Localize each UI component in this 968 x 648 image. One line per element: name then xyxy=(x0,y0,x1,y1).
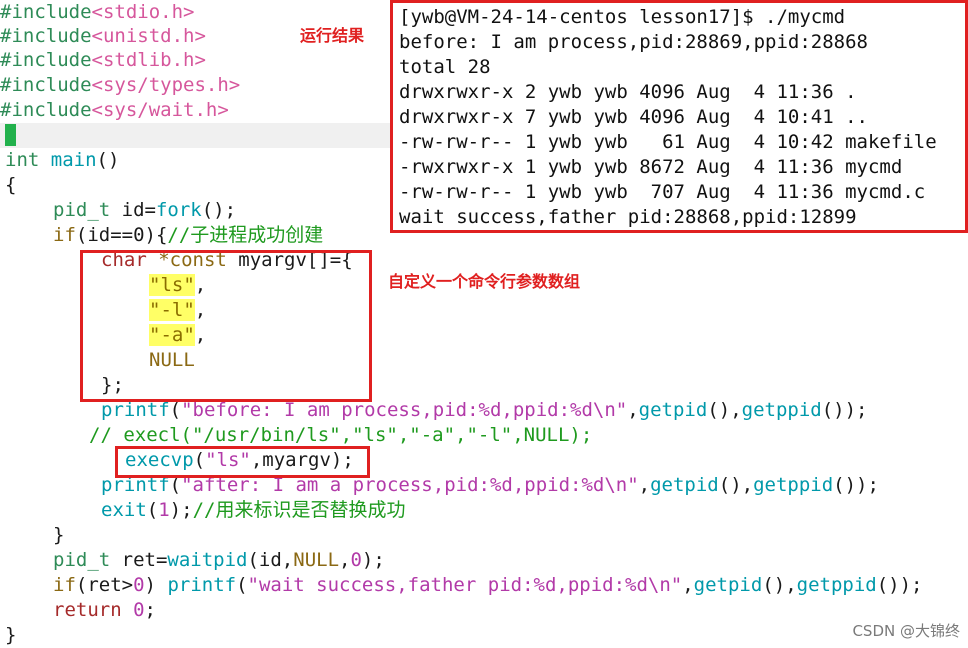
code-line-waitpid: pid_t ret=waitpid(id,NULL,0); xyxy=(53,549,385,571)
annotation-run-result: 运行结果 xyxy=(300,26,365,45)
code-line-exit: exit(1);//用来标识是否替换成功 xyxy=(101,499,406,521)
code-line-3: #include<stdlib.h> xyxy=(0,48,206,73)
terminal-line: total 28 xyxy=(399,56,491,78)
terminal-line: drwxrwxr-x 2 ywb ywb 4096 Aug 4 11:36 . xyxy=(399,81,857,103)
include-directive: #include xyxy=(0,1,92,23)
text-cursor xyxy=(5,124,16,146)
include-file: <sys/types.h> xyxy=(91,74,241,96)
code-line-inner-close: } xyxy=(53,524,65,546)
watermark: CSDN @大锦终 xyxy=(852,622,960,640)
include-directive: #include xyxy=(0,25,92,47)
code-line-return: return 0; xyxy=(53,599,156,621)
include-file: <stdio.h> xyxy=(91,1,195,23)
include-file: <unistd.h> xyxy=(91,25,206,47)
code-line-if-ret: if(ret>0) printf("wait success,father pi… xyxy=(53,574,923,596)
annotation-custom-array: 自定义一个命令行参数数组 xyxy=(388,272,581,291)
highlight-box-myargv xyxy=(80,250,372,402)
terminal-output-panel[interactable]: [ywb@VM-24-14-centos lesson17]$ ./mycmd … xyxy=(390,0,968,233)
terminal-line: wait success,father pid:28868,ppid:12899 xyxy=(399,206,857,228)
terminal-line: before: I am process,pid:28869,ppid:2886… xyxy=(399,31,868,53)
terminal-line: drwxrwxr-x 7 ywb ywb 4096 Aug 4 10:41 .. xyxy=(399,106,868,128)
code-line-2: #include<unistd.h> xyxy=(0,24,206,49)
code-line-5: #include<sys/wait.h> xyxy=(0,98,229,123)
terminal-line: -rw-rw-r-- 1 ywb ywb 61 Aug 4 10:42 make… xyxy=(399,131,937,153)
include-directive: #include xyxy=(0,99,92,121)
include-file: <stdlib.h> xyxy=(91,49,206,71)
code-line-open-brace: { xyxy=(5,174,17,196)
include-file: <sys/wait.h> xyxy=(91,99,229,121)
include-directive: #include xyxy=(0,74,92,96)
terminal-line: -rwxrwxr-x 1 ywb ywb 8672 Aug 4 11:36 my… xyxy=(399,156,903,178)
code-line-main: int main() xyxy=(5,149,120,171)
code-line-if: if(id==0){//子进程成功创建 xyxy=(53,224,324,246)
terminal-line: [ywb@VM-24-14-centos lesson17]$ ./mycmd xyxy=(399,6,846,28)
include-directive: #include xyxy=(0,49,92,71)
code-line-4: #include<sys/types.h> xyxy=(0,73,240,98)
code-line-1: #include<stdio.h> xyxy=(0,0,194,25)
terminal-line: -rw-rw-r-- 1 ywb ywb 707 Aug 4 11:36 myc… xyxy=(399,181,926,203)
code-line-fork: pid_t id=fork(); xyxy=(53,199,237,221)
code-line-close-brace: } xyxy=(5,624,17,646)
highlight-box-execvp xyxy=(115,446,370,478)
code-line-execl-comment: // execl("/usr/bin/ls","ls","-a","-l",NU… xyxy=(89,424,593,446)
